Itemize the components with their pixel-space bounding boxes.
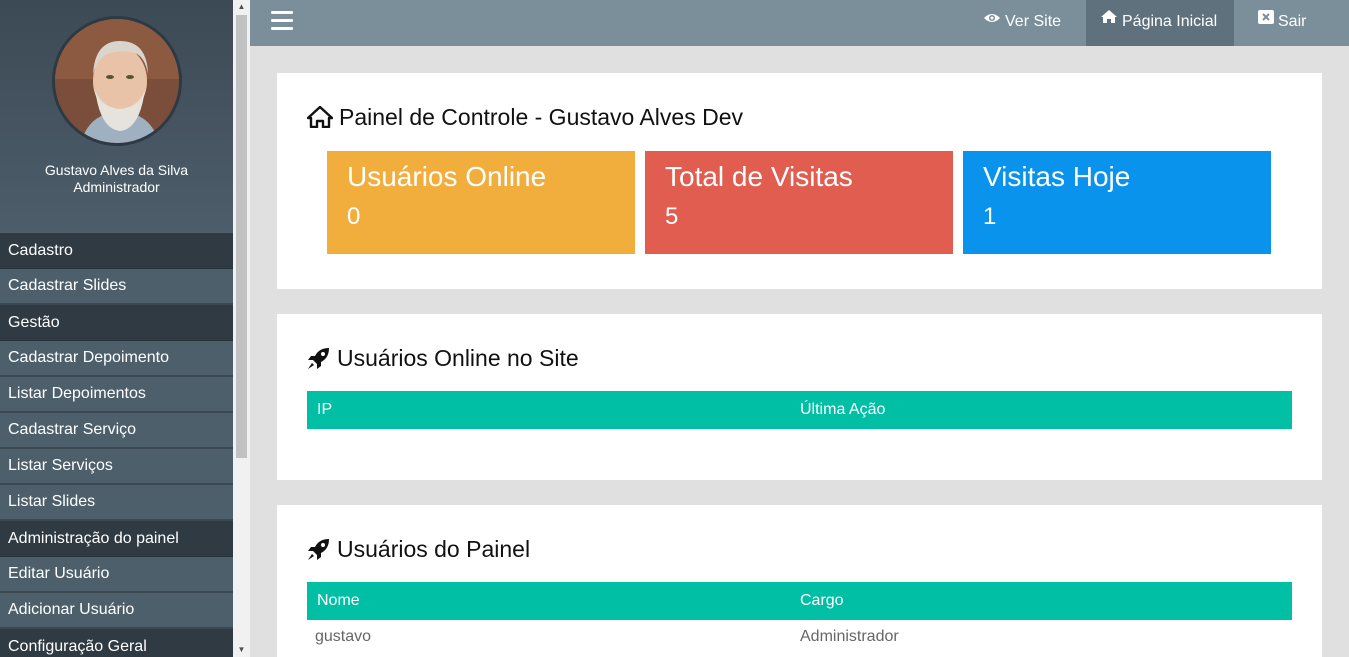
user-role: Administrador [73, 179, 160, 195]
user-name: Gustavo Alves da Silva [44, 162, 189, 178]
sidebar-section-configuracao: Configuração Geral [0, 629, 233, 657]
sair-label: Sair [1278, 13, 1307, 31]
column-ip: IP [317, 401, 333, 418]
online-users-table-header: IP Última Ação [307, 391, 1292, 429]
ver-site-link[interactable]: Ver Site [969, 0, 1075, 46]
sidebar-menu: Cadastro Cadastrar Slides Gestão Cadastr… [0, 233, 233, 657]
online-users-box: Usuários Online no Site IP Última Ação [277, 314, 1322, 480]
table-row: gustavo Administrador [307, 620, 1292, 654]
ver-site-label: Ver Site [1005, 13, 1062, 31]
dashboard-box: Painel de Controle - Gustavo Alves Dev U… [277, 73, 1322, 289]
main-content: Painel de Controle - Gustavo Alves Dev U… [250, 46, 1349, 657]
panel-users-box: Usuários do Painel Nome Cargo gustavo Ad… [277, 505, 1322, 657]
sidebar-item-adicionar-usuario[interactable]: Adicionar Usuário [0, 593, 233, 629]
card-usuarios-online: Usuários Online 0 [327, 151, 635, 254]
card-total-visitas: Total de Visitas 5 [645, 151, 953, 254]
card-visitas-hoje-label: Visitas Hoje [983, 161, 1131, 192]
online-users-title-text: Usuários Online no Site [337, 345, 579, 371]
sidebar-item-listar-servicos[interactable]: Listar Serviços [0, 449, 233, 485]
profile-panel: Gustavo Alves da Silva Administrador [0, 0, 233, 233]
column-nome: Nome [317, 592, 360, 609]
rocket-icon [308, 347, 329, 369]
dashboard-title-text: Painel de Controle - Gustavo Alves Dev [339, 104, 743, 130]
pagina-inicial-link[interactable]: Página Inicial [1086, 0, 1234, 46]
home-icon [306, 105, 334, 129]
card-usuarios-online-value: 0 [347, 203, 361, 230]
sidebar-scrollbar[interactable]: ▲ ▼ [233, 0, 250, 657]
card-usuarios-online-label: Usuários Online [347, 161, 547, 192]
sidebar-item-cadastrar-depoimento[interactable]: Cadastrar Depoimento [0, 341, 233, 377]
panel-users-title-text: Usuários do Painel [337, 536, 531, 562]
avatar [51, 16, 182, 146]
card-total-visitas-label: Total de Visitas [665, 161, 853, 192]
home-icon [1100, 0, 1118, 42]
sidebar: Gustavo Alves da Silva Administrador Cad… [0, 0, 233, 657]
sidebar-item-editar-usuario[interactable]: Editar Usuário [0, 557, 233, 593]
scroll-thumb[interactable] [236, 15, 247, 458]
sidebar-section-cadastro: Cadastro [0, 233, 233, 269]
user-row-role: Administrador [800, 628, 899, 645]
top-bar: Ver Site Página Inicial Sair [250, 0, 1349, 46]
pagina-inicial-label: Página Inicial [1122, 13, 1218, 31]
sidebar-section-administracao: Administração do painel [0, 521, 233, 557]
sair-link[interactable]: Sair [1244, 0, 1320, 46]
hamburger-icon[interactable] [271, 11, 293, 33]
column-cargo: Cargo [800, 592, 844, 609]
eye-icon [983, 0, 1001, 42]
scroll-up-arrow-icon[interactable]: ▲ [233, 0, 250, 14]
sidebar-item-cadastrar-servico[interactable]: Cadastrar Serviço [0, 413, 233, 449]
sidebar-item-listar-depoimentos[interactable]: Listar Depoimentos [0, 377, 233, 413]
rocket-icon [308, 538, 329, 560]
sidebar-item-listar-slides[interactable]: Listar Slides [0, 485, 233, 521]
dashboard-title: Painel de Controle - Gustavo Alves Dev [306, 104, 743, 131]
close-box-icon [1258, 0, 1274, 42]
card-visitas-hoje: Visitas Hoje 1 [963, 151, 1271, 254]
user-row-name: gustavo [315, 628, 372, 645]
sidebar-item-cadastrar-slides[interactable]: Cadastrar Slides [0, 269, 233, 305]
sidebar-section-gestao: Gestão [0, 305, 233, 341]
scroll-down-arrow-icon[interactable]: ▼ [233, 643, 250, 657]
column-ultima-acao: Última Ação [800, 401, 886, 418]
card-visitas-hoje-value: 1 [983, 203, 997, 230]
panel-users-table-header: Nome Cargo [307, 582, 1292, 620]
card-total-visitas-value: 5 [665, 203, 679, 230]
online-users-title: Usuários Online no Site [307, 345, 579, 372]
panel-users-title: Usuários do Painel [307, 536, 530, 563]
